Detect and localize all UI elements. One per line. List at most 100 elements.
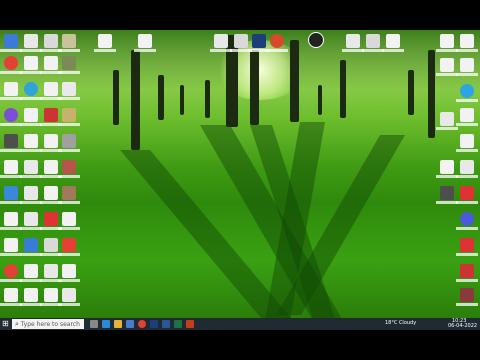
file-explorer-icon[interactable]	[114, 320, 122, 328]
desktop-icon[interactable]	[456, 134, 478, 152]
chrome-icon[interactable]	[0, 264, 22, 282]
desktop-icon[interactable]	[0, 186, 22, 204]
desktop-icon[interactable]	[20, 34, 42, 52]
desktop-icon[interactable]	[40, 238, 62, 256]
tree-trunk	[408, 70, 414, 115]
desktop-icon[interactable]	[456, 58, 478, 76]
desktop-icon[interactable]	[382, 34, 404, 52]
desktop-icon[interactable]	[0, 134, 22, 152]
telegram-icon[interactable]	[456, 84, 478, 102]
tree-trunk	[428, 50, 435, 138]
desktop-icon[interactable]	[456, 160, 478, 178]
desktop-wallpaper[interactable]	[0, 30, 480, 318]
desktop-icon[interactable]	[0, 160, 22, 178]
letterbox-bottom	[0, 330, 480, 360]
word-icon[interactable]	[162, 320, 170, 328]
photoshop-icon[interactable]	[150, 320, 158, 328]
desktop-icon[interactable]	[436, 186, 458, 204]
windows-logo-icon[interactable]: ⊞	[2, 320, 10, 328]
desktop-icon[interactable]	[20, 134, 42, 152]
tree-trunk	[205, 80, 210, 118]
desktop-icon[interactable]	[20, 288, 42, 306]
desktop-icon[interactable]	[266, 34, 288, 52]
desktop-icon[interactable]	[0, 288, 22, 306]
tree-trunk	[158, 75, 164, 120]
desktop-icon[interactable]	[20, 82, 42, 100]
desktop-icon[interactable]	[456, 186, 478, 204]
desktop-icon[interactable]	[0, 34, 22, 52]
desktop-icon[interactable]	[20, 186, 42, 204]
desktop-icon[interactable]	[456, 212, 478, 230]
powerpoint-icon[interactable]	[186, 320, 194, 328]
desktop-icon[interactable]	[134, 34, 156, 52]
desktop-icon[interactable]	[58, 264, 80, 282]
desktop-icon[interactable]	[58, 160, 80, 178]
desktop-icon[interactable]	[436, 34, 458, 52]
tree-trunk	[180, 85, 184, 115]
desktop-icon[interactable]	[40, 264, 62, 282]
desktop-icon[interactable]	[40, 108, 62, 126]
desktop-icon[interactable]	[40, 288, 62, 306]
desktop-icon[interactable]	[0, 212, 22, 230]
desktop-icon[interactable]	[40, 82, 62, 100]
desktop-icon[interactable]	[456, 108, 478, 126]
desktop-icon[interactable]	[58, 108, 80, 126]
edge-icon[interactable]	[102, 320, 110, 328]
desktop-icon[interactable]	[0, 238, 22, 256]
clock-icon[interactable]	[308, 32, 324, 48]
desktop-icon[interactable]	[456, 288, 478, 306]
desktop-icon[interactable]	[456, 34, 478, 52]
desktop-icon[interactable]	[20, 56, 42, 74]
store-icon[interactable]	[126, 320, 134, 328]
chrome-icon[interactable]	[138, 320, 146, 328]
desktop-icon[interactable]	[40, 212, 62, 230]
desktop-icon[interactable]	[230, 34, 252, 52]
chrome-icon[interactable]	[0, 56, 22, 74]
tree-trunk	[250, 50, 259, 125]
desktop-icon[interactable]	[40, 160, 62, 178]
search-placeholder: Type here to search	[20, 320, 80, 328]
tree-trunk	[113, 70, 119, 125]
desktop-icon[interactable]	[20, 212, 42, 230]
clock-date[interactable]: 06-04-2022	[448, 324, 477, 329]
excel-icon[interactable]	[174, 320, 182, 328]
search-box[interactable]: ⌕ Type here to search	[12, 319, 84, 329]
desktop-icon[interactable]	[40, 134, 62, 152]
search-icon: ⌕	[15, 319, 19, 328]
desktop-icon[interactable]	[94, 34, 116, 52]
letterbox-top	[0, 0, 480, 30]
desktop-icon[interactable]	[456, 238, 478, 256]
desktop-icon[interactable]	[58, 288, 80, 306]
desktop-icon[interactable]	[40, 56, 62, 74]
desktop-icon[interactable]	[58, 134, 80, 152]
desktop-icon[interactable]	[58, 56, 80, 74]
photoshop-icon[interactable]	[248, 34, 270, 52]
desktop-icon[interactable]	[436, 58, 458, 76]
task-view-icon[interactable]	[90, 320, 98, 328]
desktop-icon[interactable]	[58, 238, 80, 256]
desktop-icon[interactable]	[436, 112, 458, 130]
taskbar: ⊞ ⌕ Type here to search 18°C Cloudy 10:2…	[0, 318, 480, 330]
desktop-icon[interactable]	[20, 238, 42, 256]
desktop-icon[interactable]	[40, 186, 62, 204]
desktop-icon[interactable]	[40, 34, 62, 52]
desktop-icon[interactable]	[58, 34, 80, 52]
desktop-icon[interactable]	[20, 160, 42, 178]
desktop-icon[interactable]	[436, 160, 458, 178]
desktop-icon[interactable]	[0, 82, 22, 100]
desktop-icon[interactable]	[362, 34, 384, 52]
viber-icon[interactable]	[0, 108, 22, 126]
desktop-icon[interactable]	[58, 82, 80, 100]
desktop-icon[interactable]	[20, 264, 42, 282]
desktop-icon[interactable]	[456, 264, 478, 282]
weather-widget[interactable]: 18°C Cloudy	[385, 321, 416, 326]
tree-trunk	[340, 60, 346, 118]
tree-trunk	[131, 50, 140, 150]
desktop-icon[interactable]	[342, 34, 364, 52]
desktop-icon[interactable]	[58, 186, 80, 204]
tree-trunk	[290, 40, 299, 122]
desktop-icon[interactable]	[20, 108, 42, 126]
desktop-icon[interactable]	[210, 34, 232, 52]
tree-trunk	[318, 85, 322, 115]
desktop-icon[interactable]	[58, 212, 80, 230]
